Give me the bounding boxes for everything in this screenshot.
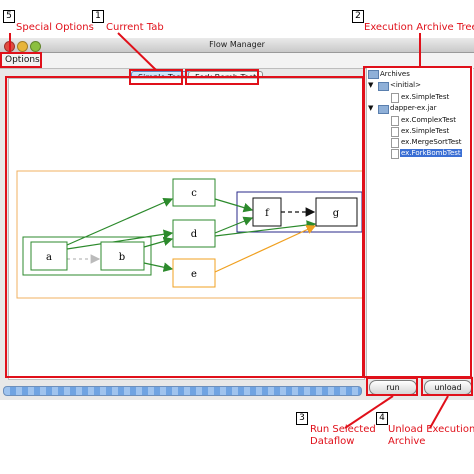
annotation-unload-execution: Unload Execution [388,424,474,435]
annotation-dataflow: Dataflow [310,436,355,447]
annotation-run-selected: Run Selected [310,424,376,435]
annotation-number-4: 4 [376,412,388,425]
annotation-archive: Archive [388,436,426,447]
annotation-number-3: 3 [296,412,308,425]
annotation-leader-lines [9,32,449,429]
